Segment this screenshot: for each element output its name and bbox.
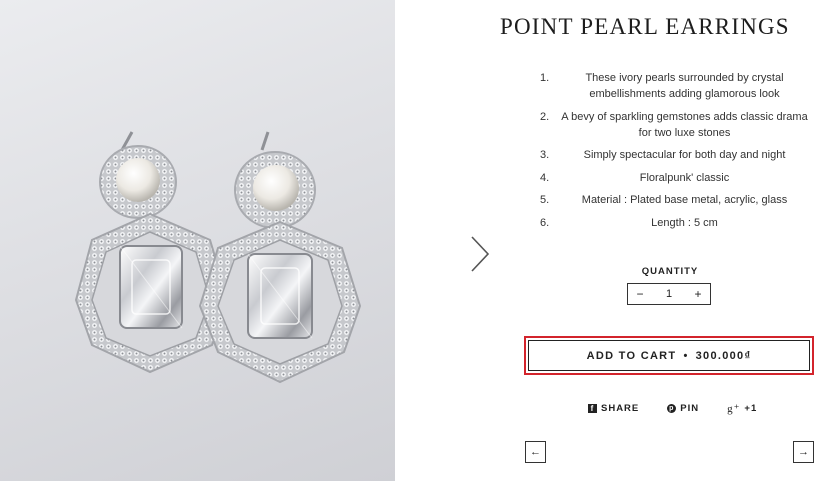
feature-item: 1. These ivory pearls surrounded by cryst…	[530, 70, 815, 102]
feature-text: These ivory pearls surrounded by crystal…	[585, 72, 784, 100]
feature-number: 6.	[540, 216, 550, 229]
share-bar: f SHARE p PIN g⁺ +1	[588, 402, 757, 415]
google-plus-button[interactable]: g⁺ +1	[727, 402, 757, 415]
add-to-cart-button[interactable]: ADD TO CART • 300.000₫	[528, 340, 810, 371]
chevron-right-icon	[471, 236, 490, 272]
price-separator: •	[683, 349, 689, 362]
feature-text: Length : 5 cm	[651, 216, 718, 229]
feature-text: Material : Plated base metal, acrylic, g…	[581, 194, 788, 206]
feature-list: 1. These ivory pearls surrounded by cryst…	[530, 70, 815, 237]
quantity-increase-button[interactable]: +	[686, 287, 710, 301]
pinterest-icon: p	[667, 404, 677, 413]
product-title: POINT PEARL EARRINGS	[500, 14, 790, 39]
facebook-share-label: SHARE	[601, 403, 640, 414]
add-to-cart-label: ADD TO CART	[586, 349, 677, 362]
feature-item: 3. Simply spectacular for both day and ni…	[530, 147, 815, 163]
feature-number: 5.	[540, 194, 550, 206]
quantity-label: QUANTITY	[641, 266, 699, 277]
next-product-button[interactable]: →	[793, 441, 814, 463]
product-image	[0, 0, 395, 481]
earrings-illustration	[74, 131, 362, 384]
feature-number: 1.	[540, 72, 550, 84]
arrow-right-icon: →	[798, 446, 809, 458]
quantity-decrease-button[interactable]: −	[628, 287, 652, 301]
feature-item: 5. Material : Plated base metal, acrylic,…	[530, 192, 815, 208]
feature-item: 6. Length : 5 cm	[530, 215, 815, 231]
arrow-left-icon: ←	[530, 446, 541, 458]
feature-item: 2. A bevy of sparkling gemstones adds cla…	[530, 109, 815, 141]
feature-text: Floralpunk' classic	[639, 171, 730, 184]
pinterest-pin-label: PIN	[680, 403, 700, 414]
right-earring	[198, 131, 362, 384]
price: 300.000₫	[695, 349, 752, 362]
google-plus-icon: g⁺	[727, 403, 741, 415]
quantity-input[interactable]	[654, 288, 684, 300]
feature-number: 2.	[540, 110, 550, 123]
feature-number: 4.	[540, 171, 550, 184]
google-plus-label: +1	[744, 403, 758, 414]
left-earring	[74, 131, 230, 374]
facebook-share-button[interactable]: f SHARE	[588, 403, 639, 414]
quantity-stepper: − +	[627, 283, 711, 305]
feature-text: A bevy of sparkling gemstones adds class…	[561, 110, 808, 139]
next-image-arrow[interactable]	[466, 234, 494, 274]
feature-number: 3.	[540, 149, 550, 161]
feature-item: 4. Floralpunk' classic	[530, 170, 815, 186]
facebook-icon: f	[588, 404, 597, 413]
feature-text: Simply spectacular for both day and nigh…	[583, 149, 786, 161]
pinterest-pin-button[interactable]: p PIN	[667, 403, 699, 414]
previous-product-button[interactable]: ←	[525, 441, 546, 463]
